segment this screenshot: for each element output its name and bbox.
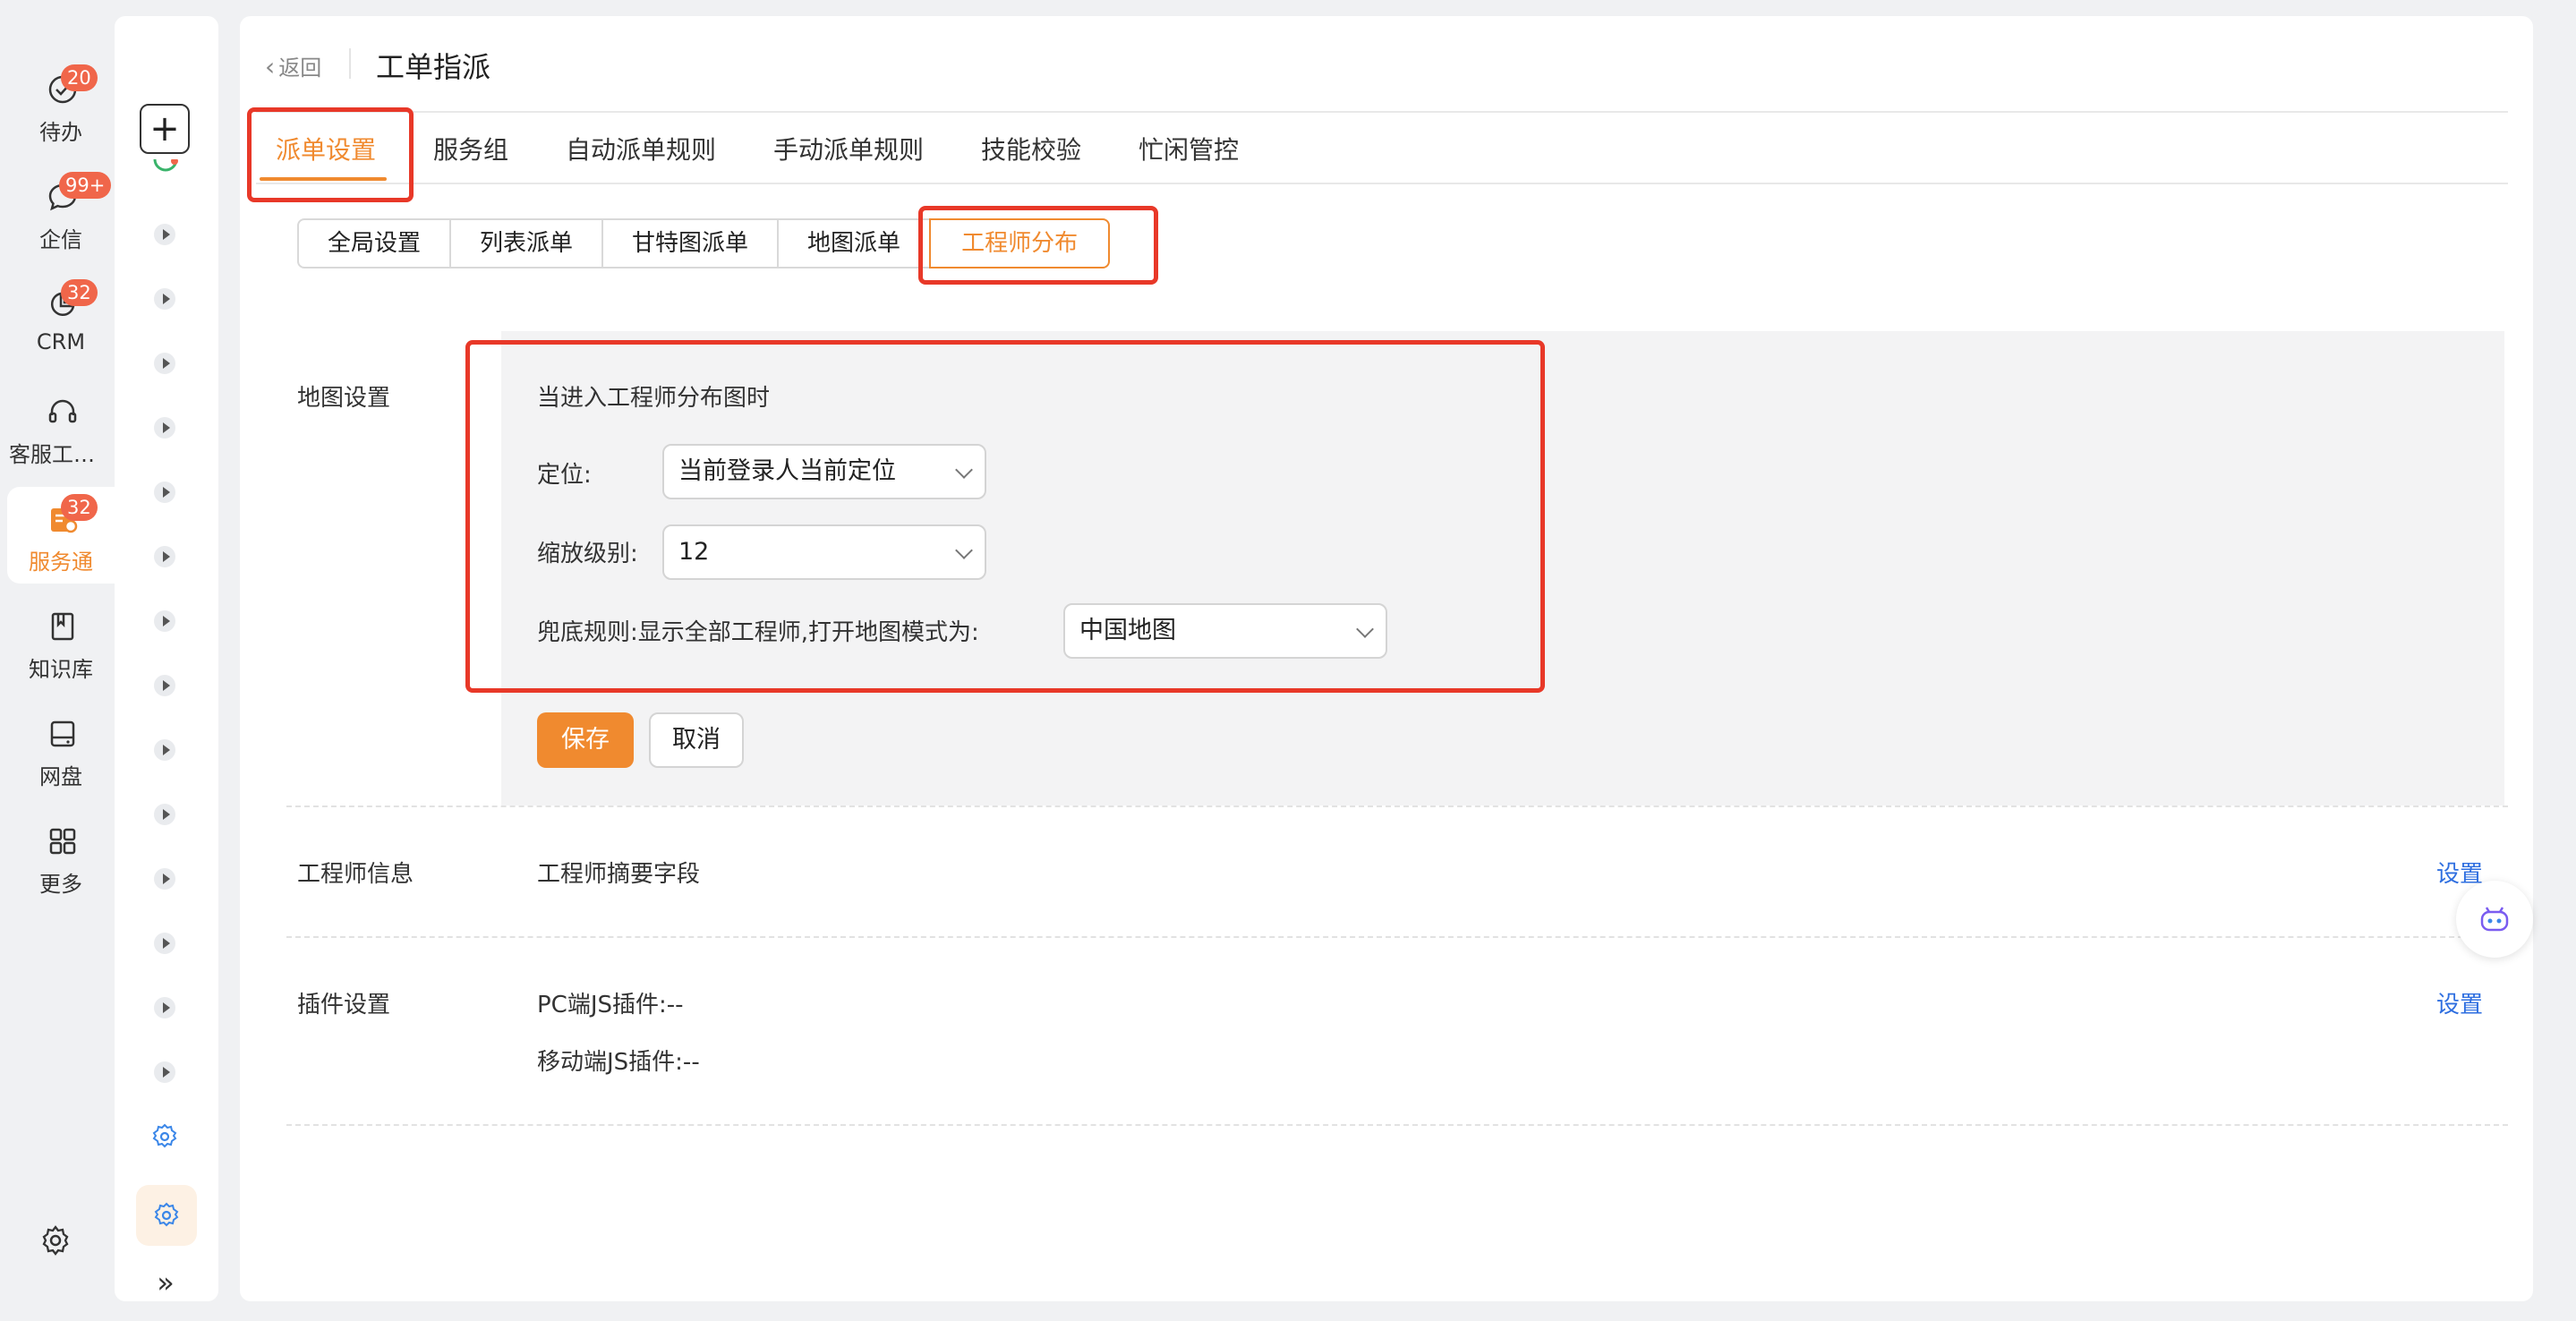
- engineer-info-settings-link[interactable]: 设置: [2436, 856, 2483, 889]
- location-select[interactable]: 当前登录人当前定位: [662, 444, 986, 499]
- badge-todo: 20: [61, 64, 98, 91]
- location-select-value: 当前登录人当前定位: [678, 457, 896, 485]
- nav-label-service: 服务通: [29, 550, 93, 575]
- sub-tab-list-dispatch[interactable]: 列表派单: [449, 218, 604, 268]
- expand-arrow-icon[interactable]: [154, 804, 175, 825]
- tabs-divider: [256, 183, 2508, 184]
- back-link[interactable]: 返回: [265, 50, 321, 81]
- expand-arrow-icon[interactable]: [154, 675, 175, 696]
- expand-arrow-icon[interactable]: [154, 1061, 175, 1083]
- chevron-down-icon: [1356, 620, 1374, 638]
- nav-item-more[interactable]: 更多: [7, 809, 115, 906]
- nav-item-service[interactable]: 32 服务通: [7, 487, 115, 584]
- zoom-select-value: 12: [678, 538, 710, 566]
- section-divider: [286, 936, 2508, 938]
- gear-icon: [152, 1201, 181, 1230]
- tab-busy-control[interactable]: 忙闲管控: [1139, 131, 1239, 166]
- expand-arrow-icon[interactable]: [154, 739, 175, 761]
- nav-label-qixin: 企信: [39, 227, 82, 252]
- tab-dispatch-settings[interactable]: 派单设置: [276, 131, 376, 166]
- nav-item-knowledge[interactable]: 知识库: [7, 594, 115, 691]
- section-divider: [286, 1124, 2508, 1126]
- nav-item-crm[interactable]: 32 CRM: [7, 272, 115, 369]
- map-settings-label: 地图设置: [297, 385, 391, 412]
- ai-assistant-icon[interactable]: [2456, 881, 2533, 958]
- nav-item-todo[interactable]: 20 待办: [7, 57, 115, 154]
- disk-icon: [47, 718, 79, 750]
- sub-tab-gantt-dispatch[interactable]: 甘特图派单: [601, 218, 780, 268]
- badge-qixin: 99+: [59, 172, 112, 199]
- save-button[interactable]: 保存: [537, 712, 634, 768]
- expand-arrow-icon[interactable]: [154, 933, 175, 954]
- badge-service: 32: [61, 494, 98, 521]
- secondary-sidebar: + »: [115, 16, 218, 1301]
- pc-plugin-value: PC端JS插件:--: [537, 992, 684, 1018]
- main-content: 返回 工单指派 派单设置 服务组 自动派单规则 手动派单规则 技能校验 忙闲管控…: [240, 16, 2533, 1301]
- status-icon: [152, 159, 179, 177]
- expand-arrow-icon[interactable]: [154, 482, 175, 503]
- nav-label-disk: 网盘: [39, 764, 82, 789]
- nav-label-todo: 待办: [39, 120, 82, 145]
- map-settings-heading: 当进入工程师分布图时: [537, 385, 771, 412]
- map-mode-select[interactable]: 中国地图: [1063, 603, 1387, 659]
- page-title: 工单指派: [376, 50, 491, 84]
- add-icon[interactable]: +: [140, 104, 190, 154]
- title-divider: [349, 48, 351, 79]
- expand-arrow-icon[interactable]: [154, 868, 175, 890]
- expand-arrow-icon[interactable]: [154, 546, 175, 567]
- location-label: 定位:: [537, 462, 592, 489]
- expand-arrow-icon[interactable]: [154, 224, 175, 245]
- nav-item-disk[interactable]: 网盘: [7, 702, 115, 798]
- zoom-label: 缩放级别:: [537, 541, 638, 567]
- left-nav: 20 待办 99+ 企信 32 CRM 客服工作台 32 服务通 知识库 网盘 …: [0, 0, 115, 1321]
- sub-tab-group: 全局设置 列表派单 甘特图派单 地图派单 工程师分布: [297, 218, 1111, 268]
- nav-label-customer-service: 客服工作台: [9, 442, 115, 467]
- nav-label-knowledge: 知识库: [29, 657, 93, 682]
- chevron-down-icon: [955, 541, 973, 559]
- headset-icon: [47, 396, 79, 428]
- tab-manual-dispatch-rules[interactable]: 手动派单规则: [773, 131, 924, 166]
- sub-tab-global-settings[interactable]: 全局设置: [297, 218, 452, 268]
- mobile-plugin-value: 移动端JS插件:--: [537, 1049, 700, 1076]
- engineer-summary-fields: 工程师摘要字段: [537, 861, 701, 888]
- nav-label-more: 更多: [39, 872, 82, 897]
- expand-arrow-icon[interactable]: [154, 288, 175, 310]
- active-settings-item[interactable]: [136, 1185, 197, 1246]
- plugin-settings-label: 插件设置: [297, 992, 391, 1018]
- section-divider: [286, 805, 2508, 807]
- cancel-button[interactable]: 取消: [649, 712, 744, 768]
- gear-icon[interactable]: [150, 1122, 179, 1151]
- sub-tab-engineer-distribution[interactable]: 工程师分布: [929, 218, 1111, 268]
- nav-item-customer-service[interactable]: 客服工作台: [7, 379, 115, 476]
- chevron-down-icon: [955, 461, 973, 479]
- expand-arrow-icon[interactable]: [154, 417, 175, 439]
- engineer-info-label: 工程师信息: [297, 861, 414, 888]
- plugin-settings-link[interactable]: 设置: [2436, 986, 2483, 1019]
- double-chevron-right-icon[interactable]: »: [150, 1267, 181, 1298]
- gear-icon[interactable]: [39, 1224, 72, 1257]
- zoom-select[interactable]: 12: [662, 524, 986, 580]
- grid-icon: [47, 825, 79, 857]
- expand-arrow-icon[interactable]: [154, 353, 175, 374]
- tab-service-group[interactable]: 服务组: [433, 131, 508, 166]
- expand-arrow-icon[interactable]: [154, 610, 175, 632]
- badge-crm: 32: [61, 279, 98, 306]
- header-divider: [256, 111, 2508, 113]
- book-icon: [47, 610, 79, 643]
- map-mode-select-value: 中国地图: [1079, 617, 1176, 644]
- fallback-rule-label: 兜底规则:显示全部工程师,打开地图模式为:: [537, 619, 979, 646]
- tab-auto-dispatch-rules[interactable]: 自动派单规则: [566, 131, 716, 166]
- nav-item-qixin[interactable]: 99+ 企信: [7, 165, 115, 261]
- nav-label-crm: CRM: [36, 329, 86, 354]
- active-tab-indicator: [260, 177, 387, 181]
- expand-arrow-icon[interactable]: [154, 997, 175, 1018]
- sub-tab-map-dispatch[interactable]: 地图派单: [777, 218, 932, 268]
- tab-skill-check[interactable]: 技能校验: [981, 131, 1081, 166]
